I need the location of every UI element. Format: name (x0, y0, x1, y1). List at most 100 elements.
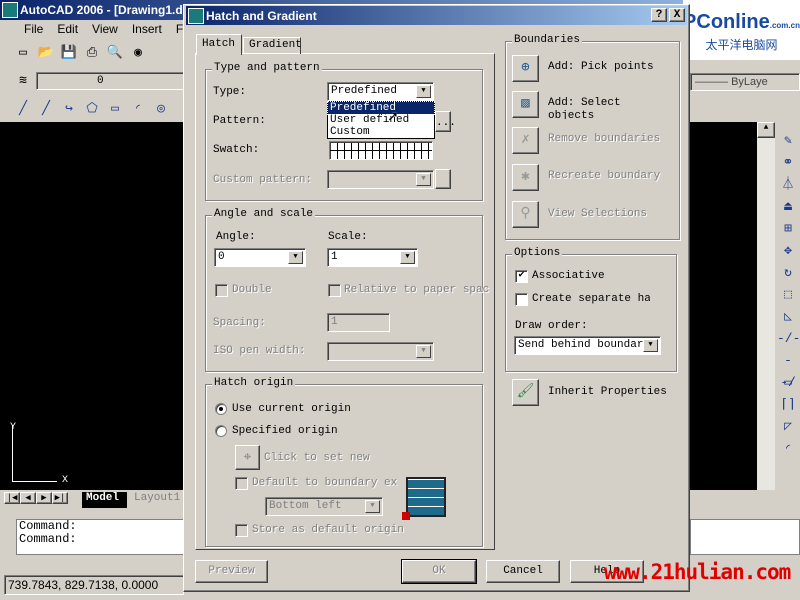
new-icon[interactable]: ▭ (14, 44, 32, 62)
angle-value: 0 (218, 251, 225, 263)
extend-icon[interactable]: --/ (777, 350, 799, 390)
circle-icon[interactable]: ◎ (152, 100, 170, 118)
menu-view[interactable]: View (92, 22, 118, 36)
fillet-icon[interactable]: ◜ (777, 438, 799, 460)
ucs-x-axis (12, 481, 57, 482)
draw-order-combo[interactable]: Send behind boundary ▼ (514, 336, 661, 355)
copy-icon[interactable]: ⚭ (777, 152, 799, 174)
linetype-combo[interactable]: ——— ByLaye (690, 73, 800, 91)
scale-icon[interactable]: ⬚ (777, 284, 799, 306)
use-current-origin-radio[interactable] (215, 403, 227, 415)
double-checkbox[interactable] (215, 284, 228, 297)
associative-checkbox[interactable]: ✔ (515, 270, 528, 283)
print-icon[interactable]: ⎙ (83, 44, 101, 62)
add-pick-points-button[interactable]: ⊕ (512, 55, 539, 82)
type-combo[interactable]: Predefined ▼ (327, 82, 434, 101)
iso-pen-width-combo[interactable]: ▼ (327, 342, 434, 361)
tab-model[interactable]: Model (82, 492, 127, 508)
menu-edit[interactable]: Edit (57, 22, 78, 36)
scroll-up-icon[interactable]: ▲ (757, 122, 775, 138)
logo-brand: PConline (683, 11, 770, 33)
rotate-icon[interactable]: ↻ (777, 262, 799, 284)
preview-button[interactable]: Preview (195, 560, 268, 583)
open-icon[interactable]: 📂 (37, 44, 55, 62)
chevron-down-icon[interactable]: ▼ (288, 251, 303, 264)
help-button[interactable]: ? (651, 8, 667, 22)
spacing-label: Spacing: (213, 317, 266, 329)
close-button[interactable]: X (669, 8, 685, 22)
custom-pattern-combo[interactable]: ▼ (327, 170, 434, 189)
stretch-icon[interactable]: ◺ (777, 306, 799, 328)
tab-gradient[interactable]: Gradient (243, 37, 302, 54)
spacing-input[interactable]: 1 (327, 313, 390, 332)
relative-checkbox[interactable] (328, 284, 341, 297)
pattern-browse-button[interactable]: ... (435, 111, 456, 132)
last-tab-icon[interactable]: ▶| (52, 492, 68, 504)
scale-combo[interactable]: 1 ▼ (327, 248, 418, 267)
cancel-button[interactable]: Cancel (486, 560, 560, 583)
layers-icon[interactable]: ≋ (14, 72, 32, 90)
array-icon[interactable]: ⊞ (777, 218, 799, 240)
origin-position-combo[interactable]: Bottom left ▼ (265, 497, 383, 516)
add-select-objects-button[interactable]: ▨ (512, 91, 539, 118)
layer-combo[interactable]: 0 (36, 72, 196, 90)
swatch-preview[interactable] (329, 141, 433, 160)
default-boundary-checkbox[interactable] (235, 477, 248, 490)
remove-boundaries-button[interactable]: ✗ (512, 127, 539, 154)
inherit-properties-button[interactable]: 🖌 (512, 379, 539, 406)
origin-position-value: Bottom left (269, 500, 342, 512)
next-tab-icon[interactable]: ▶ (36, 492, 52, 504)
chevron-down-icon[interactable]: ▼ (643, 339, 658, 352)
type-option[interactable]: Predefined (327, 101, 435, 115)
save-icon[interactable]: 💾 (60, 44, 78, 62)
view-selections-button[interactable]: ⚲ (512, 201, 539, 228)
first-tab-icon[interactable]: |◀ (4, 492, 20, 504)
tab-layout1[interactable]: Layout1 (130, 492, 185, 508)
arc-icon[interactable]: ◜ (129, 100, 147, 118)
move-icon[interactable]: ✥ (777, 240, 799, 262)
set-origin-button[interactable]: ⌖ (235, 445, 260, 470)
offset-icon[interactable]: ⏏ (777, 196, 799, 218)
custom-browse-button[interactable] (435, 169, 451, 189)
type-option[interactable]: User defined (328, 114, 434, 126)
dialog-icon (188, 8, 204, 24)
autocad-icon (2, 2, 18, 18)
chevron-down-icon[interactable]: ▼ (400, 251, 415, 264)
line-icon[interactable]: ╱ (14, 100, 32, 118)
specified-origin-radio[interactable] (215, 425, 227, 437)
menu-file[interactable]: File (24, 22, 43, 36)
tab-hatch[interactable]: Hatch (196, 34, 242, 55)
mirror-icon[interactable]: ⏃ (777, 174, 799, 196)
chamfer-icon[interactable]: ◸ (777, 416, 799, 438)
erase-icon[interactable]: ✎ (777, 130, 799, 152)
menu-insert[interactable]: Insert (132, 22, 162, 36)
angle-combo[interactable]: 0 ▼ (214, 248, 306, 267)
scale-value: 1 (331, 251, 338, 263)
separate-hatches-checkbox[interactable] (515, 293, 528, 306)
publish-icon[interactable]: ◉ (129, 44, 147, 62)
recreate-boundary-button[interactable]: ✱ (512, 164, 539, 191)
xline-icon[interactable]: ╱ (37, 100, 55, 118)
join-icon[interactable]: ⌈⌉ (777, 394, 799, 416)
command-window[interactable]: Command: Command: (16, 519, 186, 555)
origin-marker-icon (402, 512, 410, 520)
layer-value: 0 (97, 75, 104, 87)
layers-toolbar: ≋ 0 (14, 72, 196, 90)
polyline-icon[interactable]: ↪ (60, 100, 78, 118)
store-default-checkbox[interactable] (235, 524, 248, 537)
drawing-canvas-right[interactable] (690, 122, 757, 490)
polygon-icon[interactable]: ⬠ (83, 100, 101, 118)
preview-icon[interactable]: 🔍 (106, 44, 124, 62)
rectangle-icon[interactable]: ▭ (106, 100, 124, 118)
vertical-scrollbar[interactable]: ▲ (757, 122, 775, 490)
chevron-down-icon: ▼ (416, 345, 431, 358)
type-option[interactable]: Custom (328, 126, 434, 138)
trim-icon[interactable]: -/- (777, 328, 800, 350)
inherit-properties-label: Inherit Properties (548, 386, 667, 398)
drawing-canvas[interactable] (0, 122, 183, 490)
coordinates-readout: 739.7843, 829.7138, 0.0000 (4, 575, 184, 595)
click-set-origin-label: Click to set new origin (264, 452, 374, 464)
prev-tab-icon[interactable]: ◀ (20, 492, 36, 504)
ok-button[interactable]: OK (401, 559, 477, 584)
chevron-down-icon[interactable]: ▼ (416, 85, 431, 98)
